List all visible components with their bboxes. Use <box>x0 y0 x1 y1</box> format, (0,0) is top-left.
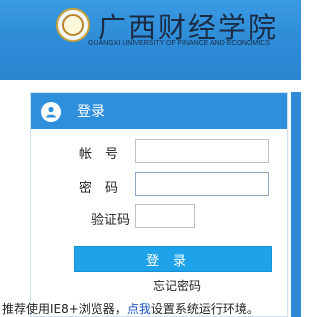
notice-prefix: 推荐使用IE8+浏览器， <box>2 302 127 316</box>
forgot-password-link[interactable]: 忘记密码 <box>153 277 201 294</box>
notice-link[interactable]: 点我 <box>127 302 151 316</box>
captcha-input[interactable] <box>135 204 195 228</box>
user-icon <box>41 102 61 122</box>
password-label: 密 码 <box>79 181 119 196</box>
captcha-label: 验证码 <box>91 213 131 228</box>
school-seal-icon <box>56 8 90 42</box>
side-panel <box>291 92 301 317</box>
login-card: 登录 帐 号 密 码 验证码 登录 忘记密码 <box>30 92 288 317</box>
username-input[interactable] <box>135 139 269 163</box>
header-banner: 广西财经学院 GUANGXI UNIVERSITY OF FINANCE AND… <box>0 0 301 80</box>
username-label: 帐 号 <box>79 147 119 162</box>
login-card-header: 登录 <box>31 93 287 129</box>
school-name-en: GUANGXI UNIVERSITY OF FINANCE AND ECONOM… <box>88 40 270 47</box>
login-button[interactable]: 登录 <box>74 246 272 272</box>
notice-suffix: 设置系统运行环境。 <box>150 302 259 316</box>
password-input[interactable] <box>135 172 269 196</box>
browser-notice: 推荐使用IE8+浏览器，点我设置系统运行环境。 <box>2 300 259 317</box>
login-title: 登录 <box>77 104 105 120</box>
